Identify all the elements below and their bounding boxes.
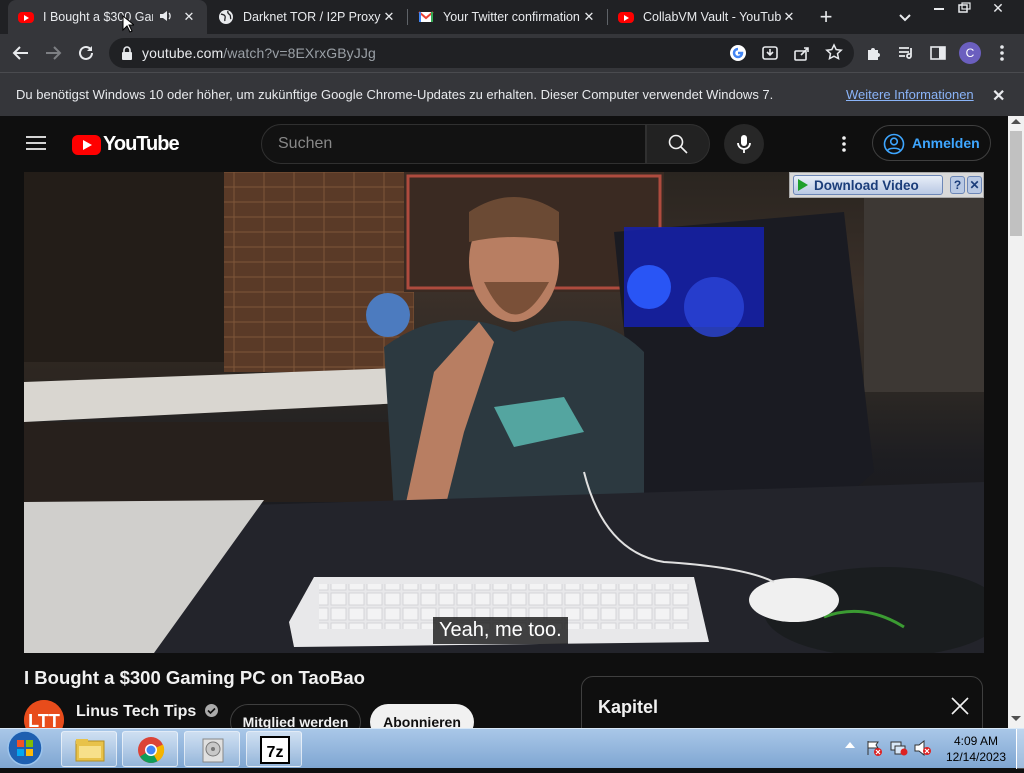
network-icon[interactable] (890, 740, 908, 761)
tab-collabvm[interactable]: CollabVM Vault - YouTube ✕ (608, 0, 807, 34)
download-video-button[interactable]: Download Video (793, 175, 943, 195)
show-desktop-button[interactable] (1016, 729, 1024, 769)
update-infobar: Du benötigst Windows 10 oder höher, um z… (0, 72, 1024, 116)
7zip-taskbar-button[interactable]: 7z (246, 731, 302, 767)
infobar-message: Du benötigst Windows 10 oder höher, um z… (16, 87, 774, 102)
youtube-logo-icon (72, 134, 101, 155)
verified-check-icon (204, 704, 218, 717)
close-chapters-icon[interactable] (950, 696, 970, 721)
channel-name[interactable]: Linus Tech Tips (76, 703, 218, 721)
media-control-icon[interactable] (894, 41, 918, 65)
side-panel-icon[interactable] (926, 41, 950, 65)
lock-icon[interactable] (121, 46, 133, 65)
menu-kebab-icon[interactable] (990, 41, 1014, 65)
download-label: Download Video (814, 177, 919, 193)
speaker-icon[interactable] (159, 10, 175, 25)
video-caption: Yeah, me too. (433, 617, 568, 644)
youtube-icon (18, 11, 34, 23)
system-clock[interactable]: 4:09 AM 12/14/2023 (937, 733, 1015, 765)
svg-text:7z: 7z (267, 744, 284, 761)
restore-icon[interactable] (955, 1, 973, 15)
minimize-icon[interactable] (930, 1, 948, 15)
tray-expand-icon[interactable] (845, 742, 855, 748)
reload-icon[interactable] (74, 41, 98, 65)
explorer-taskbar-button[interactable] (61, 731, 117, 767)
search-icon (668, 134, 688, 154)
action-center-flag-icon[interactable] (866, 740, 882, 761)
back-icon[interactable] (9, 41, 33, 65)
profile-avatar[interactable]: C (958, 41, 982, 65)
globe-icon (218, 9, 234, 25)
address-bar[interactable]: youtube.com/watch?v=8EXrxGByJJg (109, 38, 854, 68)
google-lens-icon[interactable] (729, 44, 747, 67)
forward-icon[interactable] (41, 41, 65, 65)
sign-in-button[interactable]: Anmelden (872, 125, 991, 161)
clock-time: 4:09 AM (953, 734, 999, 748)
settings-kebab-icon[interactable] (841, 136, 847, 159)
search-placeholder: Suchen (278, 135, 333, 152)
gmail-icon (418, 9, 434, 25)
explorer-icon (75, 739, 105, 762)
video-title: I Bought a $300 Gaming PC on TaoBao (24, 667, 365, 688)
play-icon (798, 179, 808, 191)
share-icon[interactable] (793, 44, 811, 67)
video-frame (24, 172, 984, 653)
microphone-icon (737, 135, 751, 153)
extensions-icon[interactable] (862, 41, 886, 65)
voice-search-button[interactable] (724, 124, 764, 164)
close-window-icon[interactable]: ✕ (980, 0, 1016, 16)
youtube-logo-text: YouTube (103, 133, 180, 155)
scroll-down-icon[interactable] (1011, 716, 1021, 721)
tab-youtube-active[interactable]: I Bought a $300 Gam ✕ (8, 0, 207, 34)
close-tab-icon[interactable]: ✕ (581, 9, 597, 25)
close-infobar-icon[interactable]: ✕ (992, 86, 1005, 106)
sign-in-label: Anmelden (912, 135, 980, 151)
scroll-thumb[interactable] (1010, 131, 1022, 236)
scroll-up-icon[interactable] (1011, 119, 1021, 124)
chrome-icon (138, 737, 165, 763)
search-input[interactable]: Suchen (261, 124, 646, 164)
video-player[interactable] (24, 172, 984, 653)
help-icon[interactable]: ? (950, 176, 965, 194)
install-app-icon[interactable] (761, 44, 779, 67)
7zip-icon: 7z (260, 736, 290, 764)
new-tab-icon[interactable]: + (816, 6, 836, 28)
tab-title: CollabVM Vault - YouTube (643, 10, 781, 24)
tab-title: Your Twitter confirmation (443, 10, 580, 24)
youtube-icon (618, 11, 634, 23)
chrome-taskbar-button[interactable] (122, 731, 178, 767)
mouse-cursor-icon (122, 14, 136, 38)
bookmark-star-icon[interactable] (825, 43, 843, 66)
close-tab-icon[interactable]: ✕ (381, 9, 397, 25)
hamburger-menu-icon[interactable] (26, 135, 46, 156)
tab-title: Darknet TOR / I2P Proxy a (243, 10, 381, 24)
tab-darknet[interactable]: Darknet TOR / I2P Proxy a ✕ (208, 0, 407, 34)
close-tab-icon[interactable]: ✕ (781, 9, 797, 25)
channel-name-text: Linus Tech Tips (76, 703, 197, 720)
cd-drive-icon (202, 738, 224, 763)
account-icon (883, 133, 905, 158)
tab-title: I Bought a $300 Gam (43, 10, 153, 24)
windows-taskbar: 7z 4:09 AM 12/14/2023 (0, 728, 1024, 769)
youtube-header: YouTube Suchen Anmelden (0, 116, 1008, 172)
youtube-logo[interactable]: YouTube (72, 133, 180, 156)
close-download-icon[interactable]: ✕ (967, 176, 982, 194)
url-text: youtube.com/watch?v=8EXrxGByJJg (142, 45, 376, 61)
volume-muted-icon[interactable] (914, 739, 932, 761)
tab-gmail[interactable]: Your Twitter confirmation ✕ (408, 0, 607, 34)
clock-date: 12/14/2023 (945, 750, 1007, 764)
close-tab-icon[interactable]: ✕ (181, 9, 197, 25)
chapters-title: Kapitel (598, 697, 659, 717)
drive-taskbar-button[interactable] (184, 731, 240, 767)
browser-toolbar: youtube.com/watch?v=8EXrxGByJJg C (0, 34, 1024, 72)
search-button[interactable] (646, 124, 710, 164)
tab-search-icon[interactable] (897, 9, 913, 25)
start-button[interactable] (4, 728, 46, 768)
infobar-link[interactable]: Weitere Informationen (846, 87, 974, 102)
tab-strip: I Bought a $300 Gam ✕ Darknet TOR / I2P … (0, 0, 1024, 34)
download-video-bar: Download Video ? ✕ (789, 172, 984, 198)
profile-initial: C (959, 42, 981, 64)
